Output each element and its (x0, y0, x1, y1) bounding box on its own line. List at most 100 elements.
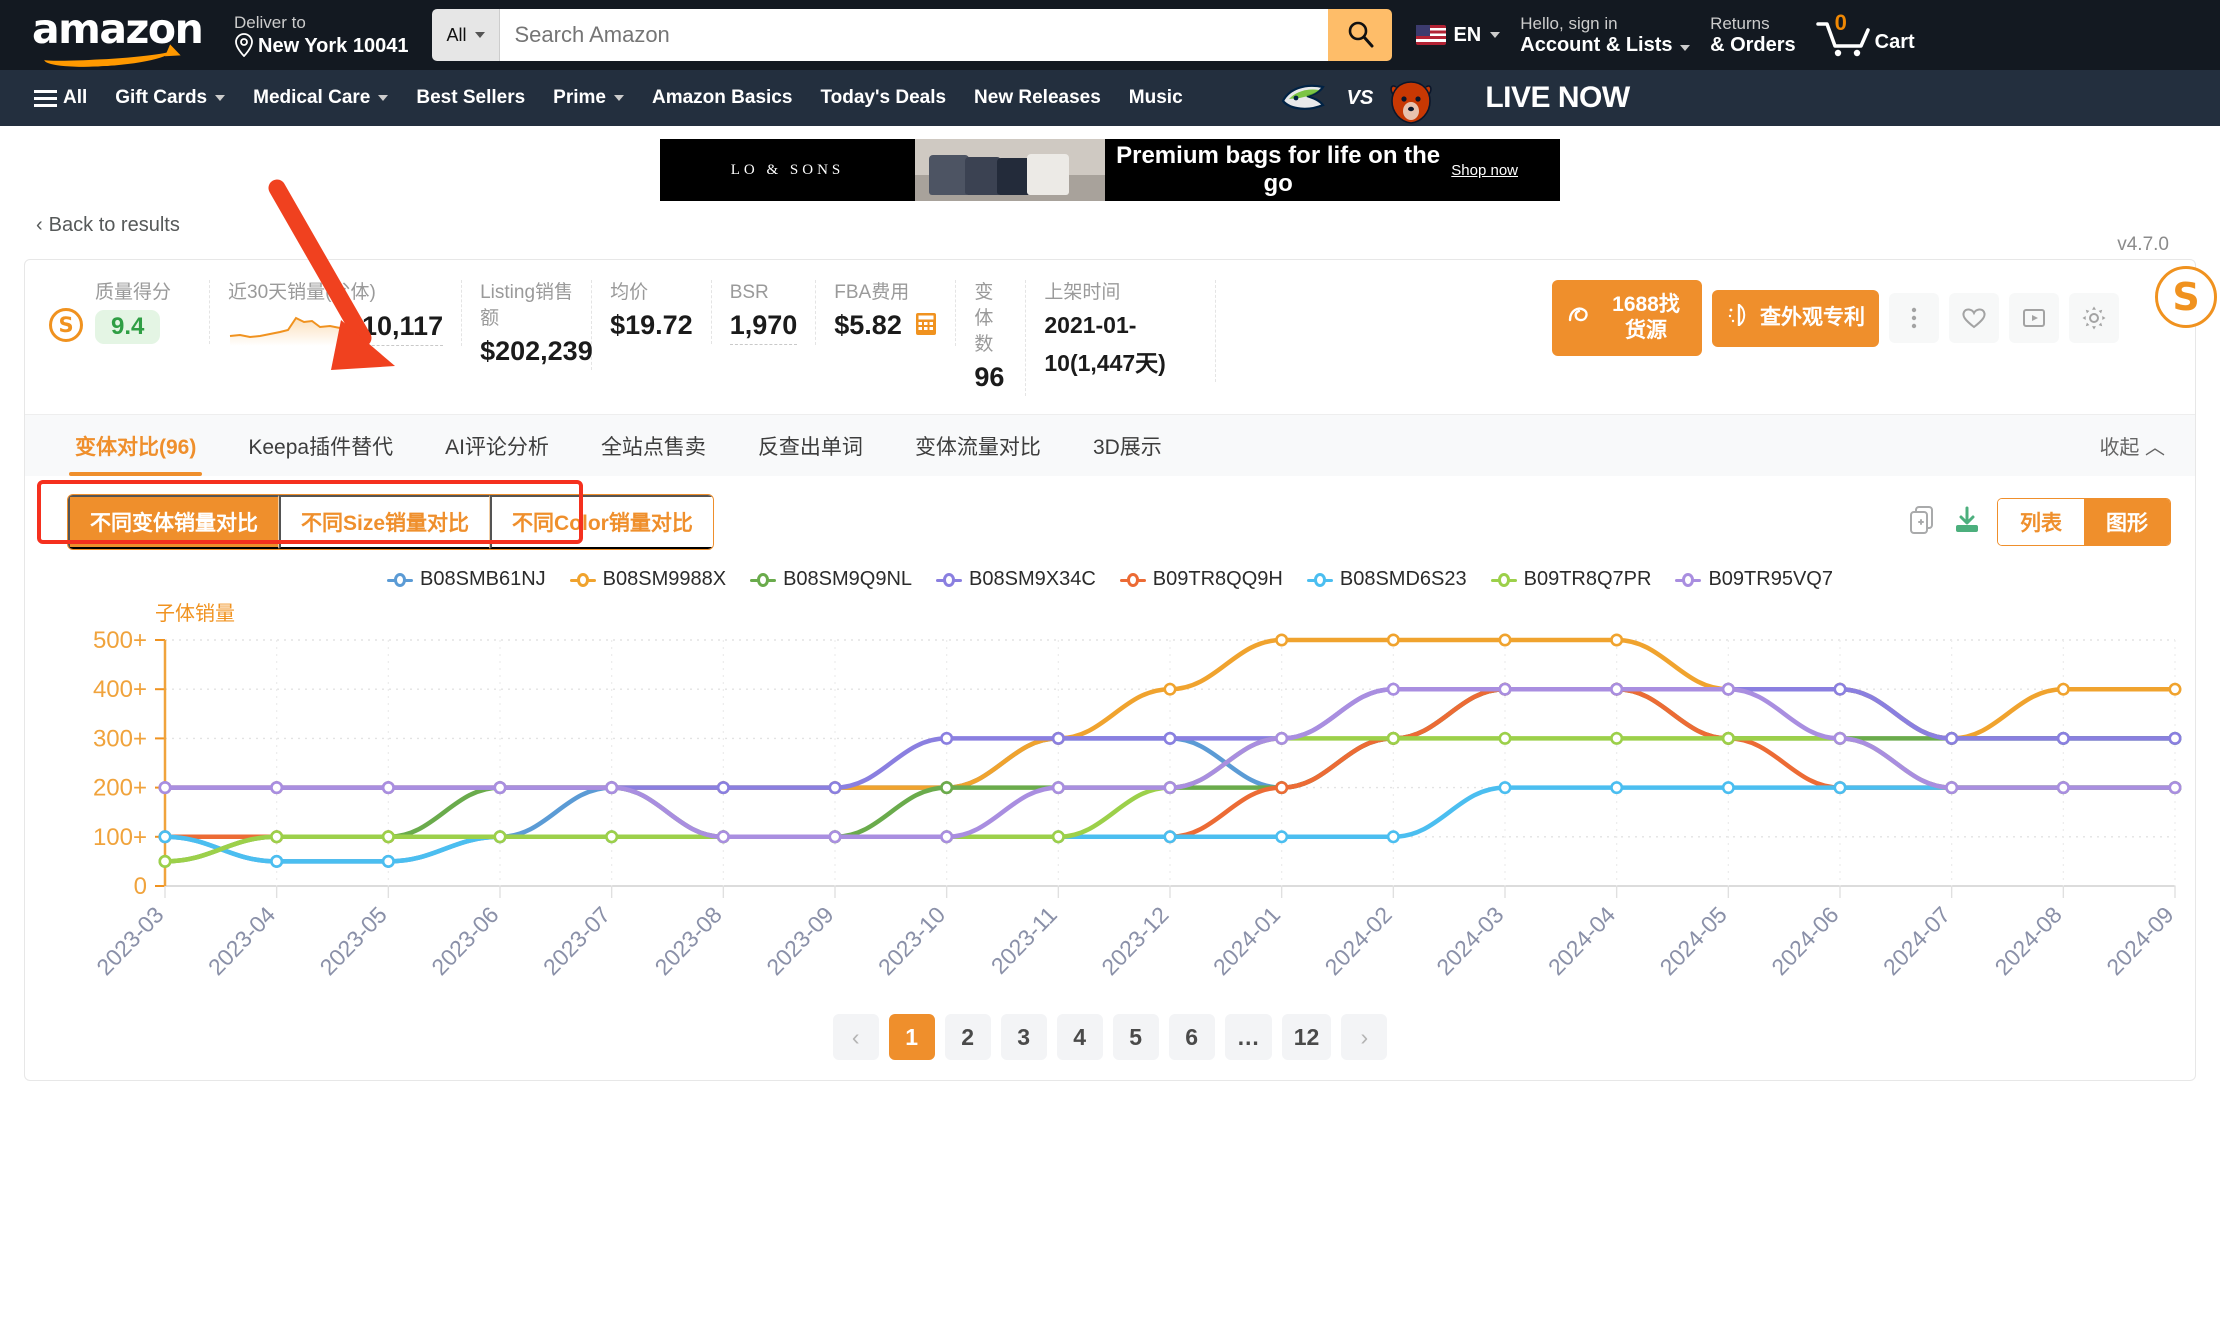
data-point[interactable] (1275, 633, 1289, 647)
data-point[interactable] (1610, 781, 1624, 795)
legend-item-B08SMB61NJ[interactable]: B08SMB61NJ (387, 568, 546, 591)
data-point[interactable] (2168, 682, 2182, 696)
data-point[interactable] (1945, 731, 1959, 745)
data-point[interactable] (1275, 781, 1289, 795)
data-point[interactable] (2168, 781, 2182, 795)
deliver-to-selector[interactable]: Deliver to New York 10041 (224, 6, 418, 64)
data-point[interactable] (493, 830, 507, 844)
search-bar[interactable]: All (432, 9, 1393, 61)
nav-item-new-releases[interactable]: New Releases (962, 78, 1113, 118)
heart-icon[interactable] (1949, 293, 1999, 343)
data-point[interactable] (1386, 731, 1400, 745)
sellersprite-logo-icon[interactable]: S (2155, 266, 2217, 328)
nfl-promo[interactable]: VS LIVE NOW (1279, 79, 1630, 124)
nav-item-medical-care[interactable]: Medical Care (241, 78, 400, 118)
pagination-page-12[interactable]: 12 (1281, 1014, 1332, 1060)
pagination-page-3[interactable]: 3 (1000, 1014, 1047, 1060)
data-point[interactable] (2056, 682, 2070, 696)
data-point[interactable] (1163, 781, 1177, 795)
account-and-lists[interactable]: Hello, sign in Account & Lists (1510, 7, 1700, 63)
data-point[interactable] (1833, 781, 1847, 795)
data-point[interactable] (1163, 731, 1177, 745)
pagination-page-1[interactable]: 1 (888, 1014, 935, 1060)
data-point[interactable] (381, 854, 395, 868)
view-list-button[interactable]: 列表 (1998, 499, 2084, 545)
data-point[interactable] (1498, 731, 1512, 745)
legend-item-B09TR8Q7PR[interactable]: B09TR8Q7PR (1490, 568, 1651, 591)
pagination-ellipsis[interactable]: … (1224, 1014, 1272, 1060)
data-point[interactable] (1386, 682, 1400, 696)
data-point[interactable] (2056, 781, 2070, 795)
tab-3d-display[interactable]: 3D展示 (1067, 415, 1188, 476)
nav-all-menu-button[interactable]: All (22, 78, 99, 118)
legend-item-B08SM9988X[interactable]: B08SM9988X (569, 568, 726, 591)
segment-color-sales[interactable]: 不同Color销量对比 (490, 495, 713, 549)
data-point[interactable] (158, 854, 172, 868)
data-point[interactable] (1721, 731, 1735, 745)
nav-item-music[interactable]: Music (1117, 78, 1195, 118)
copy-icon[interactable] (1909, 505, 1937, 540)
data-point[interactable] (828, 830, 842, 844)
pagination-prev-button[interactable]: ‹ (832, 1014, 879, 1060)
data-point[interactable] (605, 781, 619, 795)
nav-item-prime[interactable]: Prime (541, 78, 636, 118)
data-point[interactable] (1721, 781, 1735, 795)
back-to-results-link[interactable]: ‹ Back to results (36, 214, 180, 237)
data-point[interactable] (1386, 830, 1400, 844)
legend-item-B08SMD6S23[interactable]: B08SMD6S23 (1306, 568, 1467, 591)
legend-item-B09TR95VQ7[interactable]: B09TR95VQ7 (1675, 568, 1833, 591)
data-point[interactable] (828, 781, 842, 795)
data-point[interactable] (1610, 731, 1624, 745)
data-point[interactable] (1833, 682, 1847, 696)
data-point[interactable] (940, 830, 954, 844)
view-chart-button[interactable]: 图形 (2084, 499, 2170, 545)
returns-and-orders[interactable]: Returns & Orders (1700, 7, 1806, 63)
more-vertical-icon[interactable] (1889, 293, 1939, 343)
search-input[interactable] (500, 9, 1329, 61)
data-point[interactable] (1051, 781, 1065, 795)
tab-ai-review-analysis[interactable]: AI评论分析 (419, 415, 575, 476)
data-point[interactable] (1498, 682, 1512, 696)
nav-item-best-sellers[interactable]: Best Sellers (404, 78, 537, 118)
nav-item-gift-cards[interactable]: Gift Cards (103, 78, 237, 118)
amazon-logo[interactable]: amazon (32, 7, 214, 70)
data-point[interactable] (270, 781, 284, 795)
pagination-page-5[interactable]: 5 (1112, 1014, 1159, 1060)
tab-reverse-keywords[interactable]: 反查出单词 (732, 415, 889, 476)
nav-item-amazon-basics[interactable]: Amazon Basics (640, 78, 804, 118)
data-point[interactable] (1721, 682, 1735, 696)
data-point[interactable] (1833, 731, 1847, 745)
data-point[interactable] (716, 781, 730, 795)
series-B09TR95VQ7[interactable] (158, 682, 2182, 844)
data-point[interactable] (158, 830, 172, 844)
ad-banner[interactable]: LO & SONS Premium bags for life on the g… (660, 139, 1560, 201)
data-point[interactable] (270, 854, 284, 868)
data-point[interactable] (1051, 731, 1065, 745)
pagination-page-6[interactable]: 6 (1168, 1014, 1215, 1060)
data-point[interactable] (1051, 830, 1065, 844)
data-point[interactable] (716, 830, 730, 844)
ad-shop-now-link[interactable]: Shop now (1451, 162, 1518, 179)
data-point[interactable] (1498, 633, 1512, 647)
data-point[interactable] (1163, 830, 1177, 844)
cart-button[interactable]: 0 Cart (1806, 7, 1925, 63)
data-point[interactable] (270, 830, 284, 844)
search-category-dropdown[interactable]: All (432, 9, 501, 61)
language-selector[interactable]: EN (1406, 17, 1510, 53)
search-submit-button[interactable] (1328, 9, 1393, 61)
data-point[interactable] (1275, 830, 1289, 844)
segment-variation-sales[interactable]: 不同变体销量对比 (68, 495, 279, 549)
data-point[interactable] (1610, 682, 1624, 696)
play-icon[interactable] (2009, 293, 2059, 343)
tab-global-sales[interactable]: 全站点售卖 (575, 415, 732, 476)
legend-item-B08SM9X34C[interactable]: B08SM9X34C (936, 568, 1096, 591)
check-patent-button[interactable]: 查外观专利 (1712, 289, 1879, 347)
data-point[interactable] (605, 830, 619, 844)
pagination-page-2[interactable]: 2 (944, 1014, 991, 1060)
find-source-1688-button[interactable]: 1688找货源 (1552, 280, 1702, 356)
pagination-next-button[interactable]: › (1341, 1014, 1388, 1060)
tab-variation-traffic[interactable]: 变体流量对比 (889, 415, 1067, 476)
data-point[interactable] (381, 830, 395, 844)
calculator-icon[interactable] (915, 308, 937, 346)
data-point[interactable] (2168, 731, 2182, 745)
